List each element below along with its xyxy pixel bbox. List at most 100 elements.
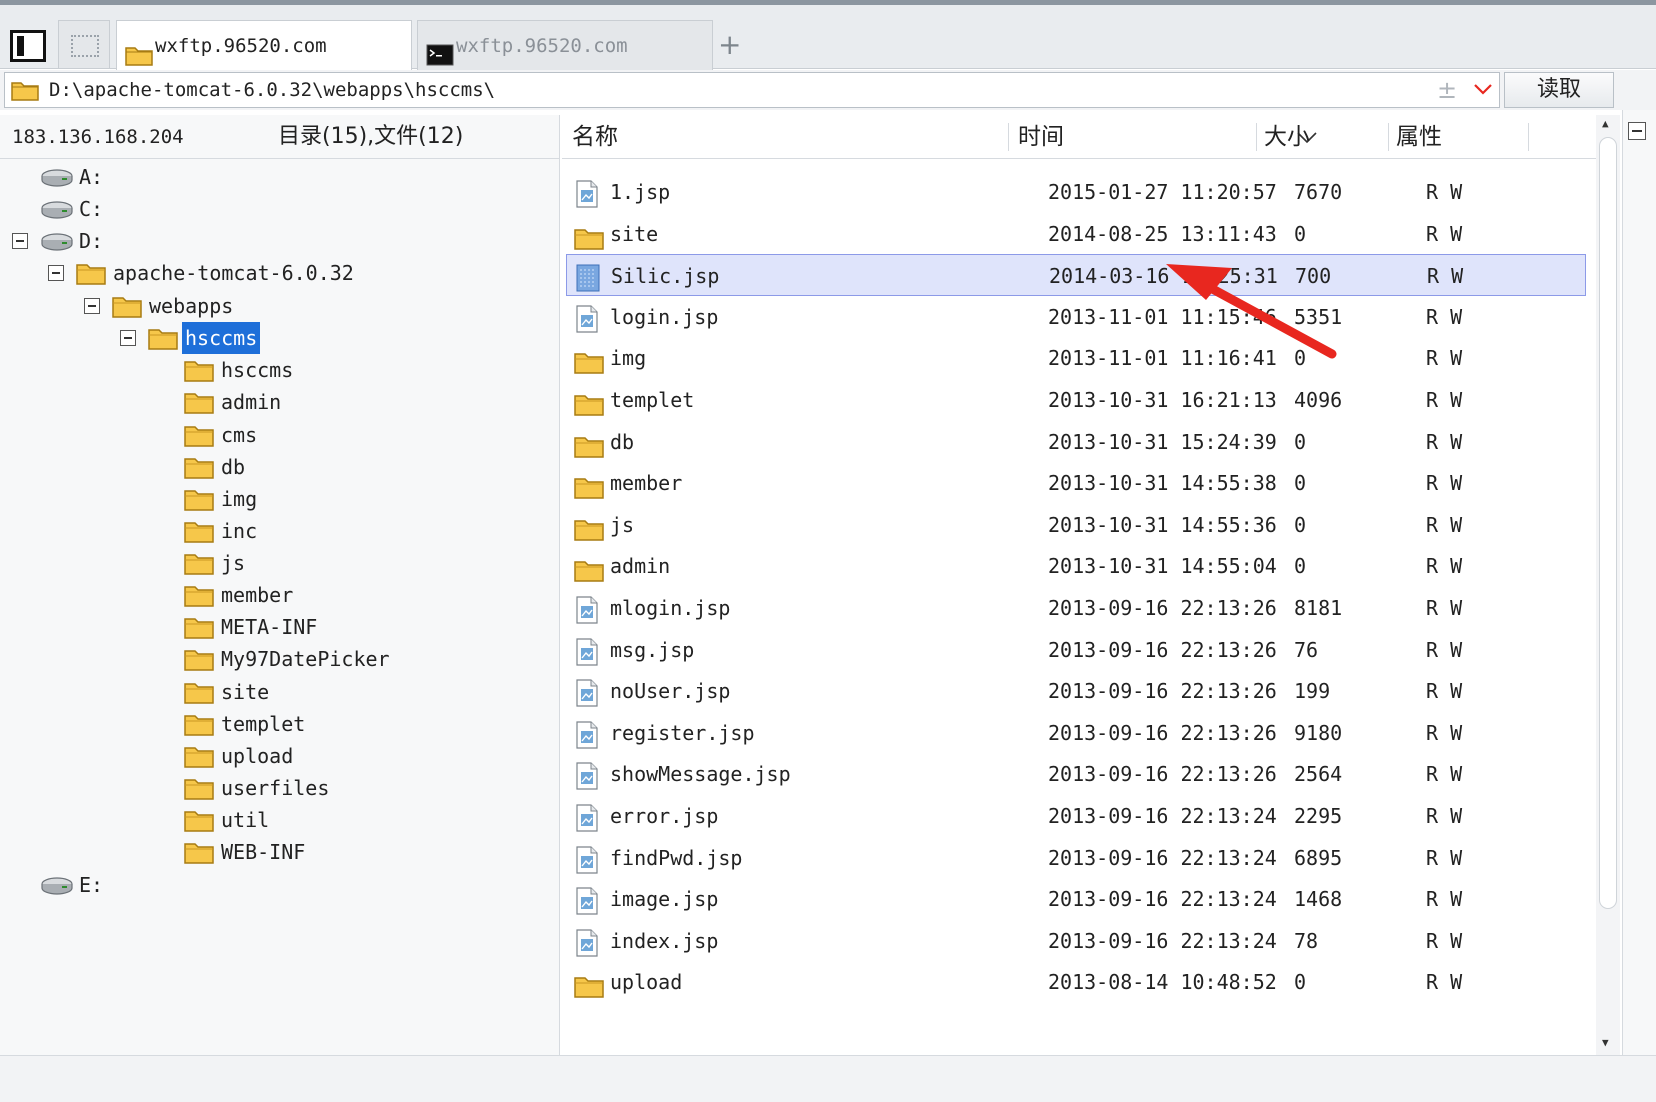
file-row[interactable]: member 2013-10-31 14:55:38 0 R W: [566, 462, 1586, 504]
file-name: img: [610, 346, 647, 370]
file-attr: R W: [1426, 554, 1463, 578]
tree-header: 183.136.168.204 目录(15),文件(12): [0, 115, 559, 159]
file-row[interactable]: error.jsp 2013-09-16 22:13:24 2295 R W: [566, 795, 1586, 837]
tree-item[interactable]: js: [0, 547, 556, 579]
vertical-scrollbar[interactable]: ▲ ▼: [1596, 115, 1620, 1055]
tree-item[interactable]: userfiles: [0, 772, 556, 804]
tree-item[interactable]: D:: [0, 225, 556, 257]
scroll-down-icon[interactable]: ▼: [1602, 1036, 1609, 1049]
drive-icon: [40, 873, 74, 905]
file-time: 2013-09-16 22:13:24: [1048, 804, 1277, 828]
collapse-icon[interactable]: [12, 233, 28, 249]
file-time: 2014-03-16 19:25:31: [1049, 264, 1278, 288]
tree-item[interactable]: img: [0, 483, 556, 515]
tree-item-label: img: [221, 487, 258, 511]
file-row[interactable]: index.jsp 2013-09-16 22:13:24 78 R W: [566, 920, 1586, 962]
tree-item[interactable]: templet: [0, 708, 556, 740]
file-time: 2013-10-31 16:21:13: [1048, 388, 1277, 412]
file-row[interactable]: image.jsp 2013-09-16 22:13:24 1468 R W: [566, 878, 1586, 920]
tree-item[interactable]: inc: [0, 515, 556, 547]
file-row[interactable]: Silic.jsp 2014-03-16 19:25:31 700 R W: [566, 254, 1586, 296]
file-row[interactable]: findPwd.jsp 2013-09-16 22:13:24 6895 R W: [566, 837, 1586, 879]
file-time: 2013-09-16 22:13:24: [1048, 929, 1277, 953]
file-attr: R W: [1426, 513, 1463, 537]
tree-item[interactable]: hsccms: [0, 322, 556, 354]
file-size: 0: [1294, 513, 1307, 537]
tree-item[interactable]: webapps: [0, 290, 556, 322]
file-size: 2564: [1294, 762, 1343, 786]
tree-item[interactable]: site: [0, 676, 556, 708]
file-attr: R W: [1426, 679, 1463, 703]
column-divider[interactable]: [1528, 123, 1529, 151]
file-row[interactable]: js 2013-10-31 14:55:36 0 R W: [566, 504, 1586, 546]
file-row[interactable]: login.jsp 2013-11-01 11:15:46 5351 R W: [566, 296, 1586, 338]
file-name: member: [610, 471, 683, 495]
file-time: 2015-01-27 11:20:57: [1048, 180, 1277, 204]
add-tab-button[interactable]: +: [718, 31, 741, 59]
file-row[interactable]: 1.jsp 2015-01-27 11:20:57 7670 R W: [566, 171, 1586, 213]
tree-item[interactable]: C:: [0, 193, 556, 225]
file-row[interactable]: register.jsp 2013-09-16 22:13:26 9180 R W: [566, 712, 1586, 754]
scroll-thumb[interactable]: [1599, 137, 1617, 909]
read-button[interactable]: 读取: [1504, 72, 1614, 108]
file-time: 2013-10-31 15:24:39: [1048, 430, 1277, 454]
tree-item[interactable]: admin: [0, 386, 556, 418]
tree-item[interactable]: E:: [0, 869, 556, 901]
file-attr: R W: [1427, 264, 1464, 288]
panel-toggle-icon[interactable]: [10, 30, 46, 62]
column-attr[interactable]: 属性: [1396, 115, 1442, 159]
file-row[interactable]: showMessage.jsp 2013-09-16 22:13:26 2564 R …: [566, 753, 1586, 795]
collapse-icon[interactable]: [48, 265, 64, 281]
status-bar: [0, 1055, 1656, 1102]
file-size: 5351: [1294, 305, 1343, 329]
scroll-up-icon[interactable]: ▲: [1602, 117, 1609, 130]
column-divider[interactable]: [1256, 123, 1257, 151]
file-time: 2013-11-01 11:16:41: [1048, 346, 1277, 370]
file-row[interactable]: msg.jsp 2013-09-16 22:13:26 76 R W: [566, 629, 1586, 671]
tree-item[interactable]: db: [0, 451, 556, 483]
chevron-down-icon[interactable]: [1471, 77, 1495, 105]
tree-item[interactable]: apache-tomcat-6.0.32: [0, 257, 556, 289]
file-row[interactable]: admin 2013-10-31 14:55:04 0 R W: [566, 545, 1586, 587]
collapse-icon[interactable]: [120, 330, 136, 346]
file-row[interactable]: templet 2013-10-31 16:21:13 4096 R W: [566, 379, 1586, 421]
file-attr: R W: [1426, 430, 1463, 454]
file-row[interactable]: db 2013-10-31 15:24:39 0 R W: [566, 421, 1586, 463]
tree-item-label: A:: [79, 165, 104, 189]
path-input[interactable]: D:\apache-tomcat-6.0.32\webapps\hsccms\ …: [4, 72, 1500, 108]
tree-item[interactable]: cms: [0, 419, 556, 451]
file-attr: R W: [1426, 305, 1463, 329]
column-name[interactable]: 名称: [572, 115, 618, 159]
tree-item[interactable]: member: [0, 579, 556, 611]
tree-item[interactable]: A:: [0, 161, 556, 193]
tree-item[interactable]: My97DatePicker: [0, 643, 556, 675]
file-name: showMessage.jsp: [610, 762, 791, 786]
tree-item[interactable]: WEB-INF: [0, 836, 556, 868]
tab-session-1[interactable]: wxftp.96520.com: [116, 20, 412, 70]
file-time: 2013-09-16 22:13:26: [1048, 721, 1277, 745]
tree-item[interactable]: META-INF: [0, 611, 556, 643]
file-row[interactable]: img 2013-11-01 11:16:41 0 R W: [566, 337, 1586, 379]
tree-item[interactable]: upload: [0, 740, 556, 772]
file-row[interactable]: noUser.jsp 2013-09-16 22:13:26 199 R W: [566, 670, 1586, 712]
file-name: 1.jsp: [610, 180, 671, 204]
file-row[interactable]: mlogin.jsp 2013-09-16 22:13:26 8181 R W: [566, 587, 1586, 629]
tab-empty[interactable]: [58, 20, 110, 68]
column-size[interactable]: 大小: [1264, 115, 1310, 159]
file-name: noUser.jsp: [610, 679, 731, 703]
tree-item-label: cms: [221, 423, 258, 447]
tree-item[interactable]: hsccms: [0, 354, 556, 386]
tree-item-label: inc: [221, 519, 258, 543]
collapse-icon[interactable]: [84, 298, 100, 314]
file-name: findPwd.jsp: [610, 846, 743, 870]
column-divider[interactable]: [1388, 123, 1389, 151]
tab-session-2[interactable]: wxftp.96520.com: [417, 20, 713, 70]
file-row[interactable]: upload 2013-08-14 10:48:52 0 R W: [566, 961, 1586, 1003]
collapse-icon[interactable]: [1628, 122, 1646, 140]
column-divider[interactable]: [1008, 123, 1009, 151]
file-attr: R W: [1426, 346, 1463, 370]
tree-item[interactable]: util: [0, 804, 556, 836]
pin-icon[interactable]: ±: [1437, 73, 1457, 107]
column-time[interactable]: 时间: [1018, 115, 1064, 159]
file-row[interactable]: site 2014-08-25 13:11:43 0 R W: [566, 213, 1586, 255]
